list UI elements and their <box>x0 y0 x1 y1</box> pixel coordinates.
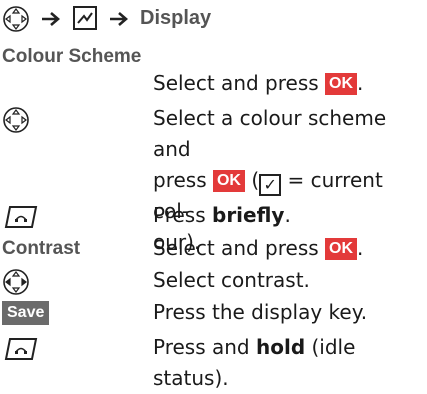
save-key: Save <box>2 301 50 325</box>
colour-scheme-label: Colour Scheme <box>2 46 142 67</box>
menu-icon <box>72 5 98 31</box>
arrow-right-icon <box>40 6 62 32</box>
nav-key-icon <box>2 106 30 134</box>
nav-key-lr-icon <box>2 268 30 296</box>
ok-key: OK <box>325 73 358 95</box>
nav-key-icon <box>2 5 30 33</box>
instruction-text: Press and <box>153 335 250 359</box>
end-call-key-icon <box>4 205 38 229</box>
ok-key: OK <box>325 238 358 260</box>
instruction-press-hold: Press and hold (idle status). <box>153 332 427 394</box>
ok-key: OK <box>212 170 245 192</box>
instruction-text: press <box>153 168 207 192</box>
page-title: Display <box>140 7 212 29</box>
instruction-contrast-select: Select and press OK. <box>153 236 364 260</box>
instruction-display-key: Press the display key. <box>153 300 368 324</box>
end-call-key-icon <box>4 337 38 361</box>
checkbox-checked-icon: ✓ <box>259 174 282 196</box>
instruction-emphasis: hold <box>255 335 306 359</box>
instruction-emphasis: briefly <box>212 203 285 227</box>
instruction-text: Select and press <box>153 71 319 95</box>
instruction-text: Select a colour scheme and <box>153 106 387 161</box>
instruction-text: . <box>284 203 291 227</box>
contrast-label: Contrast <box>2 238 81 259</box>
breadcrumb: Display <box>2 3 422 37</box>
arrow-right-icon <box>108 6 130 32</box>
instruction-text: Press <box>153 203 206 227</box>
instruction-select-contrast: Select contrast. <box>153 268 310 292</box>
instruction-press-briefly: Press briefly. <box>153 200 291 231</box>
instruction-text: Select and press <box>153 236 319 260</box>
instruction-select-press: Select and press OK. <box>153 71 364 95</box>
